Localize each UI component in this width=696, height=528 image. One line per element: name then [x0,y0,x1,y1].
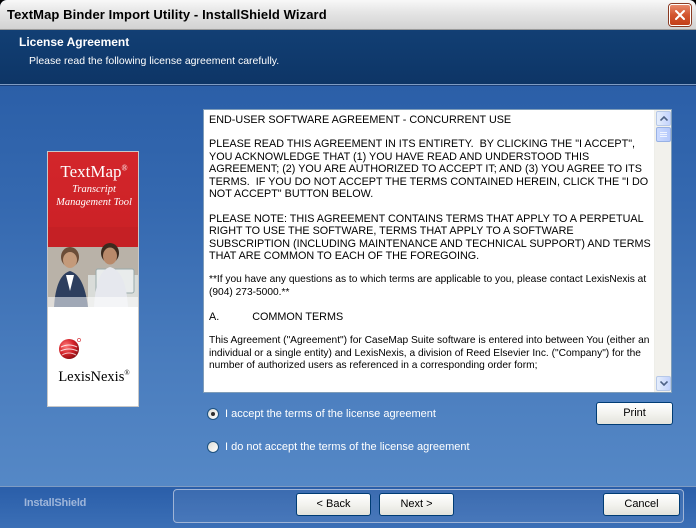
decline-option[interactable]: I do not accept the terms of the license… [207,441,470,453]
license-paragraph: END-USER SOFTWARE AGREEMENT - CONCURRENT… [209,114,512,126]
product-banner: TextMap® Transcript Management Tool Lexi… [47,151,139,407]
company-trademark: ® [124,369,130,378]
installshield-brand: InstallShield [24,497,87,509]
product-name: TextMap [60,162,122,181]
title-bar: TextMap Binder Import Utility - InstallS… [0,0,696,30]
product-trademark: ® [121,163,128,173]
chevron-down-icon [660,381,668,386]
tagline-line-1: Transcript [72,184,116,195]
people-photo [48,227,138,307]
license-paragraph: **If you have any questions as to which … [209,274,650,299]
license-textbox[interactable]: END-USER SOFTWARE AGREEMENT - CONCURRENT… [203,109,672,393]
scroll-up-button[interactable] [656,111,671,126]
chevron-up-icon [660,116,668,121]
license-paragraph: A. COMMON TERMS [209,311,344,324]
scroll-down-button[interactable] [656,376,671,391]
close-icon [675,10,685,20]
company-name: LexisNexis [58,369,125,385]
accept-label[interactable]: I accept the terms of the license agreem… [225,408,436,420]
license-paragraph: PLEASE READ THIS AGREEMENT IN ITS ENTIRE… [209,138,652,201]
company-logo: LexisNexis® [48,369,138,386]
license-paragraph: This Agreement ("Agreement") for CaseMap… [209,335,653,372]
next-button[interactable]: Next > [379,493,454,516]
license-text: END-USER SOFTWARE AGREEMENT - CONCURRENT… [209,114,653,390]
accept-radio[interactable] [207,408,219,420]
thumb-grip [660,134,667,135]
print-button[interactable]: Print [596,402,673,425]
lexisnexis-globe-icon [59,338,81,359]
installer-window: TextMap Binder Import Utility - InstallS… [0,0,696,528]
thumb-grip [660,136,667,137]
decline-radio[interactable] [207,441,219,453]
page-header: License Agreement Please read the follow… [0,30,696,85]
main-panel: TextMap® Transcript Management Tool Lexi… [0,86,696,486]
accept-option[interactable]: I accept the terms of the license agreem… [207,408,436,420]
scroll-thumb[interactable] [656,127,671,142]
product-tagline: Transcript Management Tool [48,183,138,209]
close-button[interactable] [669,4,691,26]
product-logo: TextMap® [48,162,138,182]
window-title: TextMap Binder Import Utility - InstallS… [7,7,327,22]
page-subtitle: Please read the following license agreem… [29,55,280,67]
wizard-footer: InstallShield < Back Next > Cancel [0,486,696,528]
back-button[interactable]: < Back [296,493,371,516]
vertical-scrollbar[interactable] [654,110,671,392]
thumb-grip [660,132,667,133]
license-paragraph: PLEASE NOTE: THIS AGREEMENT CONTAINS TER… [209,212,651,263]
page-title: License Agreement [19,35,130,49]
decline-label[interactable]: I do not accept the terms of the license… [225,441,470,453]
tagline-line-2: Management Tool [56,197,132,208]
cancel-button[interactable]: Cancel [603,493,680,516]
